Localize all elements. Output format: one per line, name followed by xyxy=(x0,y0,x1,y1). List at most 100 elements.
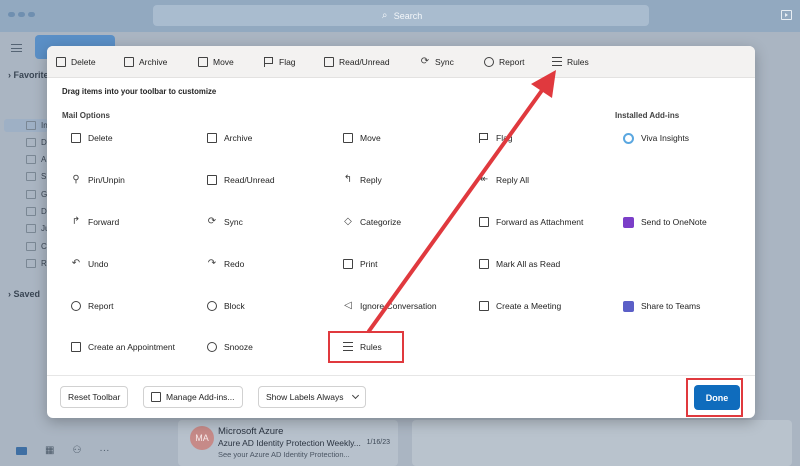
calendar-add-icon xyxy=(71,342,81,352)
folder-label[interactable]: R xyxy=(41,259,47,268)
addin-viva-insights[interactable]: Viva Insights xyxy=(623,131,689,145)
folder-icon xyxy=(26,259,36,268)
people-icon[interactable]: ⚇ xyxy=(72,445,81,456)
folder-move-icon xyxy=(198,57,208,67)
toolbar-item-archive[interactable]: Archive xyxy=(124,55,167,69)
trash-icon xyxy=(56,57,66,67)
folder-label[interactable]: D xyxy=(41,207,47,216)
option-print[interactable]: Print xyxy=(343,257,377,271)
mute-icon: ◁ xyxy=(344,300,352,311)
search-placeholder: Search xyxy=(393,10,423,21)
pin-icon: ⚲ xyxy=(72,174,80,185)
calendar-icon xyxy=(479,301,489,311)
option-redo[interactable]: ↷ Redo xyxy=(207,257,245,271)
hamburger-icon[interactable] xyxy=(11,44,22,52)
option-flag[interactable]: Flag xyxy=(479,131,513,145)
option-mark-all-read[interactable]: Mark All as Read xyxy=(479,257,560,271)
reply-all-icon: ↞ xyxy=(479,174,489,185)
option-block[interactable]: Block xyxy=(207,299,245,313)
option-read-unread[interactable]: Read/Unread xyxy=(207,173,275,187)
trash-icon xyxy=(71,133,81,143)
toolbar-item-read-unread[interactable]: Read/Unread xyxy=(324,55,390,69)
folder-label[interactable]: S xyxy=(41,172,46,181)
mail-options-label: Mail Options xyxy=(62,111,110,120)
option-categorize[interactable]: ◇ Categorize xyxy=(343,215,401,229)
toolbar-item-delete[interactable]: Delete xyxy=(56,55,96,69)
toolbar-item-report[interactable]: Report xyxy=(484,55,525,69)
folder-move-icon xyxy=(343,133,353,143)
manage-addins-button[interactable]: Manage Add-ins... xyxy=(143,386,243,408)
archive-icon xyxy=(124,57,134,67)
envelope-check-icon xyxy=(479,259,489,269)
customize-hint: Drag items into your toolbar to customiz… xyxy=(62,87,217,96)
option-sync[interactable]: ⟳ Sync xyxy=(207,215,243,229)
block-user-icon xyxy=(207,301,217,311)
show-labels-dropdown[interactable]: Show Labels Always xyxy=(258,386,366,408)
option-reply[interactable]: ↰ Reply xyxy=(343,173,382,187)
rules-highlight-box xyxy=(328,331,404,363)
flag-icon xyxy=(264,57,274,67)
option-pin-unpin[interactable]: ⚲ Pin/Unpin xyxy=(71,173,125,187)
calendar-icon[interactable]: ▦ xyxy=(45,445,54,456)
viva-insights-icon xyxy=(623,132,634,144)
option-create-appointment[interactable]: Create an Appointment xyxy=(71,340,175,354)
shield-icon xyxy=(71,301,81,311)
option-undo[interactable]: ↶ Undo xyxy=(71,257,109,271)
chevron-down-icon xyxy=(351,391,359,400)
folder-icon xyxy=(26,224,36,233)
option-move[interactable]: Move xyxy=(343,131,381,145)
folder-icon xyxy=(26,155,36,164)
folder-label[interactable]: D xyxy=(41,138,47,147)
option-create-meeting[interactable]: Create a Meeting xyxy=(479,299,561,313)
folder-icon xyxy=(26,121,36,130)
sync-icon: ⟳ xyxy=(207,216,217,227)
tag-icon: ◇ xyxy=(344,216,352,227)
toolbar-item-move[interactable]: Move xyxy=(198,55,234,69)
installed-addins-label: Installed Add-ins xyxy=(615,111,680,120)
window-icon[interactable] xyxy=(781,10,792,20)
toolbar-item-flag[interactable]: Flag xyxy=(264,55,296,69)
addin-share-to-teams[interactable]: Share to Teams xyxy=(623,299,700,313)
toolbar-item-rules[interactable]: Rules xyxy=(552,55,589,69)
search-bar[interactable]: ⌕ Search xyxy=(153,5,649,26)
reset-toolbar-button[interactable]: Reset Toolbar xyxy=(60,386,129,408)
redo-icon: ↷ xyxy=(207,258,217,269)
done-highlight-box xyxy=(686,378,743,417)
toolbar-item-sync[interactable]: ⟳ Sync xyxy=(420,55,454,69)
message-preview: See your Azure AD Identity Protection... xyxy=(218,450,350,459)
folder-icon xyxy=(26,172,36,181)
window-controls[interactable] xyxy=(8,12,35,17)
more-icon[interactable]: ··· xyxy=(99,445,109,456)
saved-label[interactable]: › Saved xyxy=(8,289,40,299)
option-forward-attachment[interactable]: Forward as Attachment xyxy=(479,215,583,229)
printer-icon xyxy=(343,259,353,269)
message-date: 1/16/23 xyxy=(366,439,390,446)
forward-icon: ↱ xyxy=(71,216,81,227)
addin-send-to-onenote[interactable]: Send to OneNote xyxy=(623,215,707,229)
folder-label[interactable]: A xyxy=(41,155,46,164)
clock-icon xyxy=(207,342,217,352)
folder-label[interactable]: C xyxy=(41,242,47,251)
mail-icon[interactable] xyxy=(16,446,27,455)
option-report[interactable]: Report xyxy=(71,299,114,313)
teams-icon xyxy=(623,300,634,312)
option-delete[interactable]: Delete xyxy=(71,131,113,145)
message-sender: Microsoft Azure xyxy=(218,426,284,437)
search-icon: ⌕ xyxy=(381,9,388,21)
flag-icon xyxy=(479,133,489,143)
undo-icon: ↶ xyxy=(71,258,81,269)
option-archive[interactable]: Archive xyxy=(207,131,252,145)
shield-icon xyxy=(484,57,494,67)
rules-icon xyxy=(552,57,562,67)
forward-attachment-icon xyxy=(479,217,489,227)
option-reply-all[interactable]: ↞ Reply All xyxy=(479,173,529,187)
title-bar: ⌕ Search xyxy=(0,0,800,32)
option-forward[interactable]: ↱ Forward xyxy=(71,215,119,229)
message-list-item[interactable]: MA Microsoft Azure Azure AD Identity Pro… xyxy=(178,420,398,466)
option-ignore-conversation[interactable]: ◁ Ignore Conversation xyxy=(343,299,436,313)
sync-icon: ⟳ xyxy=(420,56,430,67)
addins-icon xyxy=(151,392,161,402)
option-snooze[interactable]: Snooze xyxy=(207,340,253,354)
envelope-open-icon xyxy=(207,175,217,185)
bottom-app-bar: ▦ ⚇ ··· xyxy=(16,445,109,456)
